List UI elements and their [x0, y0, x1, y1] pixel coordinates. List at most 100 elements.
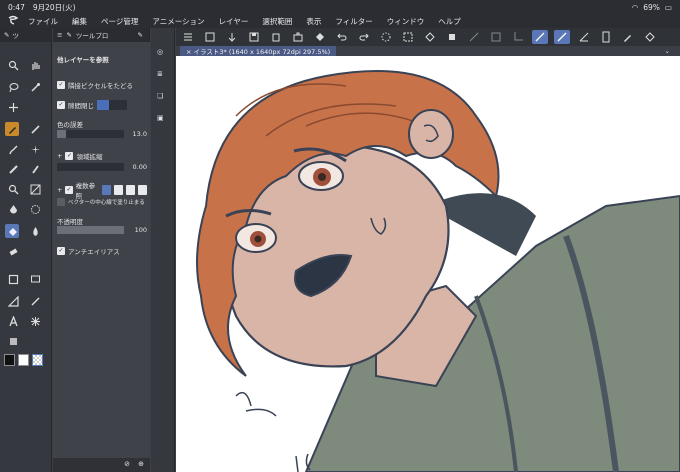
menu-view[interactable]: 表示	[306, 16, 321, 27]
drawing-canvas[interactable]	[176, 56, 680, 472]
ref-layer-folder-icon[interactable]	[138, 185, 148, 195]
move-tool-icon[interactable]	[6, 100, 20, 114]
zoom-tool-icon[interactable]	[6, 58, 20, 72]
multi-ref-expand-icon[interactable]: +	[57, 186, 62, 194]
ref-selected-layer-icon[interactable]	[126, 185, 136, 195]
color-margin-slider[interactable]	[57, 130, 124, 138]
opacity-row[interactable]: 100	[57, 226, 147, 234]
transparent-color-swatch[interactable]	[32, 354, 43, 366]
eraser-tool-icon[interactable]	[6, 244, 20, 258]
snap-special-ruler-icon[interactable]	[554, 30, 570, 44]
area-scaling-row[interactable]: + ✓ 領域拡縮	[57, 151, 147, 161]
color-margin-row[interactable]: 13.0	[57, 130, 147, 138]
deselect-icon[interactable]	[466, 30, 482, 44]
ref-editing-layer-icon[interactable]	[114, 185, 124, 195]
effect-line-tool-icon[interactable]	[28, 314, 42, 328]
open-icon[interactable]	[224, 30, 240, 44]
paste-icon[interactable]	[290, 30, 306, 44]
balloon-tool-icon[interactable]	[28, 272, 42, 286]
vector-center-checkbox[interactable]	[57, 198, 65, 206]
reset-icon[interactable]: ⊘	[124, 460, 130, 468]
multi-ref-checkbox[interactable]: ✓	[65, 186, 73, 194]
sub-color-swatch[interactable]	[18, 354, 29, 366]
zoom-small-icon[interactable]: ⊕	[138, 460, 144, 468]
blend-tool-icon[interactable]	[28, 162, 42, 176]
multi-ref-row[interactable]: + ✓ 複数参照	[57, 180, 148, 200]
search-tool-icon[interactable]	[6, 182, 20, 196]
drop-tool-icon[interactable]	[28, 224, 42, 238]
chevron-down-icon[interactable]: ⌄	[665, 47, 670, 55]
eyedropper-icon[interactable]	[28, 80, 42, 94]
area-scaling-value-row[interactable]: 0.00	[57, 163, 147, 171]
antialias-checkbox[interactable]: ✓	[57, 247, 65, 255]
menu-page[interactable]: ページ管理	[101, 16, 138, 27]
new-canvas-icon[interactable]	[202, 30, 218, 44]
loading-icon[interactable]	[378, 30, 394, 44]
snap-ruler-icon[interactable]	[532, 30, 548, 44]
pattern-tool-icon[interactable]	[28, 202, 42, 216]
fill-bucket-icon[interactable]	[312, 30, 328, 44]
transform-icon[interactable]	[400, 30, 416, 44]
menu-help[interactable]: ヘルプ	[438, 16, 461, 27]
layer-move-tool-icon[interactable]	[6, 334, 20, 348]
layer-property-icon[interactable]: ≣	[157, 70, 169, 82]
pen-tool-icon[interactable]	[5, 122, 19, 136]
brush-tool-icon[interactable]	[6, 142, 20, 156]
area-scaling-expand-icon[interactable]: +	[57, 152, 62, 160]
text-tool-icon[interactable]	[6, 314, 20, 328]
menu-file[interactable]: ファイル	[28, 16, 58, 27]
snap-grid-icon[interactable]	[576, 30, 592, 44]
menu-window[interactable]: ウィンドウ	[387, 16, 425, 27]
menu-selection[interactable]: 選択範囲	[262, 16, 292, 27]
close-gap-row[interactable]: ✓ 隙間閉じ	[57, 100, 147, 110]
settings-wrench-icon[interactable]: ✎	[138, 31, 143, 39]
menu-edit[interactable]: 編集	[72, 16, 87, 27]
device-icon[interactable]	[598, 30, 614, 44]
ruler-tool-icon[interactable]	[6, 294, 20, 308]
area-scaling-slider[interactable]	[57, 163, 124, 171]
pencil-tool-icon[interactable]	[28, 122, 42, 136]
hand-tool-icon[interactable]	[28, 58, 42, 72]
menu-animation[interactable]: アニメーション	[152, 16, 204, 27]
redo-icon[interactable]	[356, 30, 372, 44]
sub-tool-menu-icon[interactable]: ≡	[57, 31, 62, 39]
copy-icon[interactable]	[268, 30, 284, 44]
menu-toggle-icon[interactable]	[180, 30, 196, 44]
decoration-tool-icon[interactable]	[6, 162, 20, 176]
save-icon[interactable]	[246, 30, 262, 44]
menu-filter[interactable]: フィルター	[335, 16, 372, 27]
fill-tool-icon[interactable]	[5, 224, 19, 238]
layer-palette-icon[interactable]: ❏	[157, 92, 169, 104]
vector-center-row[interactable]: ベクターの中心線で塗り止まる	[57, 198, 147, 206]
main-color-swatch[interactable]	[4, 354, 15, 366]
crop-icon[interactable]	[510, 30, 526, 44]
blur-tool-icon[interactable]	[6, 202, 20, 216]
undo-icon[interactable]	[334, 30, 350, 44]
app-logo-icon[interactable]	[6, 15, 20, 27]
antialias-row[interactable]: ✓ アンチエイリアス	[57, 246, 147, 256]
lasso-tool-icon[interactable]	[6, 80, 20, 94]
gradient-tool-icon[interactable]	[28, 182, 42, 196]
ref-layer-row[interactable]: 他レイヤーを参照	[57, 54, 147, 64]
property-panel-footer: ⊘ ⊕	[53, 458, 150, 472]
material-icon[interactable]: ▣	[157, 114, 169, 126]
canvas-tab[interactable]: × イラスト3* (1640 x 1640px 72dpi 297.5%)	[180, 46, 337, 56]
navigator-icon[interactable]: ◎	[157, 48, 169, 60]
clear-icon[interactable]	[422, 30, 438, 44]
adjacent-pixel-row[interactable]: ✓ 隣接ピクセルをたどる	[57, 80, 147, 90]
area-scaling-checkbox[interactable]: ✓	[65, 152, 74, 160]
fill-selection-icon[interactable]	[444, 30, 460, 44]
opacity-slider[interactable]	[57, 226, 124, 234]
frame-tool-icon[interactable]	[6, 272, 20, 286]
airbrush-tool-icon[interactable]	[28, 142, 42, 156]
color-margin-label-row: 色の誤差	[57, 119, 147, 129]
edit-icon[interactable]	[620, 30, 636, 44]
menu-layer[interactable]: レイヤー	[219, 16, 249, 27]
correct-line-tool-icon[interactable]	[28, 294, 42, 308]
teaching-icon[interactable]	[642, 30, 658, 44]
invert-selection-icon[interactable]	[488, 30, 504, 44]
close-gap-level-slider[interactable]	[97, 100, 127, 110]
adjacent-pixel-checkbox[interactable]: ✓	[57, 81, 65, 89]
ref-all-layers-icon[interactable]	[102, 185, 112, 195]
close-gap-checkbox[interactable]: ✓	[57, 101, 65, 109]
